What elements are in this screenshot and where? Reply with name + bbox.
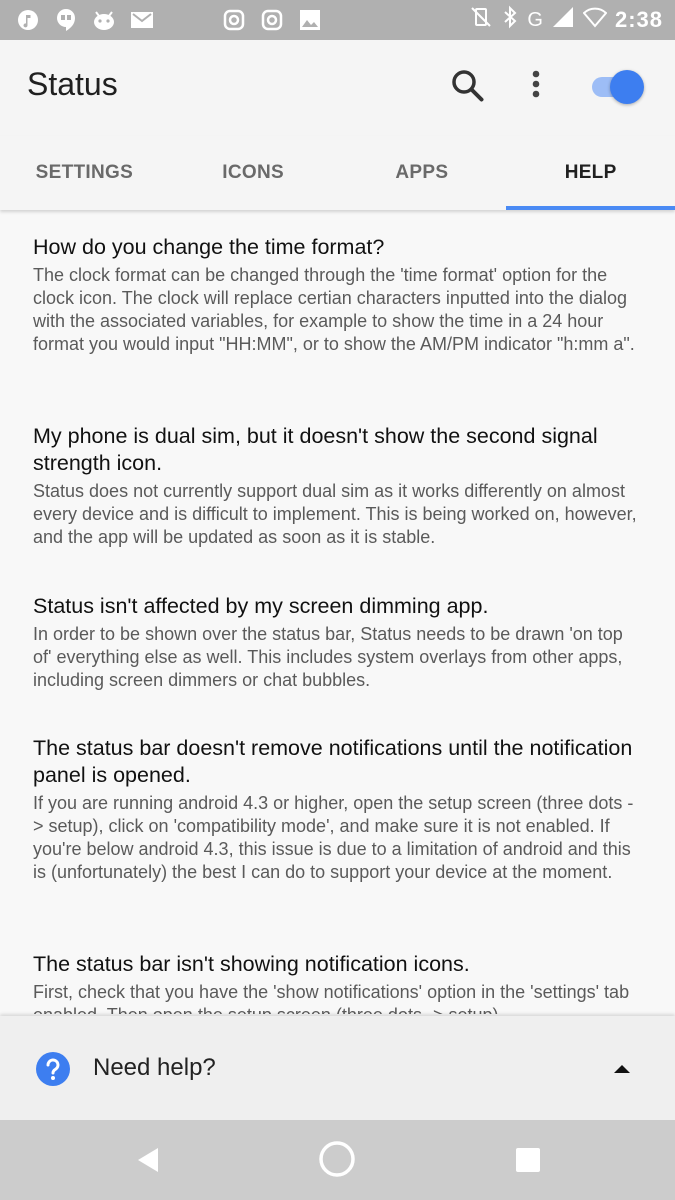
clock: 2:38 <box>614 7 663 32</box>
instagram-icon <box>222 8 246 32</box>
system-status-bar: G 2:38 <box>0 0 675 40</box>
wifi-off-icon <box>582 5 608 35</box>
faq-question: The status bar isn't showing notificatio… <box>33 952 470 976</box>
toggle-thumb <box>610 70 644 104</box>
faq-answer: The clock format can be changed through … <box>33 265 635 354</box>
faq-item: Status isn't affected by my screen dimmi… <box>33 593 643 692</box>
faq-answer: Status does not currently support dual s… <box>33 481 637 547</box>
faq-item: The status bar isn't showing notificatio… <box>33 951 643 1014</box>
faq-answer: If you are running android 4.3 or higher… <box>33 793 634 882</box>
tab-settings[interactable]: SETTINGS <box>0 136 169 210</box>
back-icon <box>138 1148 158 1172</box>
system-navigation-bar <box>0 1120 675 1200</box>
service-toggle-switch[interactable] <box>590 68 646 104</box>
need-help-label: Need help? <box>93 1054 216 1081</box>
android-icon <box>92 8 116 32</box>
more-vert-icon <box>532 70 540 98</box>
bluetooth-icon <box>501 5 519 35</box>
instagram-icon <box>260 8 284 32</box>
faq-item: My phone is dual sim, but it doesn't sho… <box>33 423 643 549</box>
help-faq-list[interactable]: How do you change the time format? The c… <box>0 214 675 1014</box>
recents-icon <box>516 1148 540 1172</box>
image-icon <box>298 8 322 32</box>
tab-bar: SETTINGS ICONS APPS HELP <box>0 136 675 210</box>
hangouts-icon <box>54 8 78 32</box>
tab-help[interactable]: HELP <box>506 136 675 210</box>
need-help-panel[interactable]: Need help? <box>0 1016 675 1120</box>
faq-question: Status isn't affected by my screen dimmi… <box>33 594 489 618</box>
recents-button[interactable] <box>510 1142 546 1178</box>
home-icon <box>319 1141 355 1177</box>
network-type: G <box>527 8 543 31</box>
tab-apps[interactable]: APPS <box>338 136 507 210</box>
tab-icons[interactable]: ICONS <box>169 136 338 210</box>
overflow-menu-button[interactable] <box>516 66 556 106</box>
music-icon <box>16 8 40 32</box>
back-button[interactable] <box>130 1140 170 1180</box>
gmail-icon <box>130 8 154 32</box>
faq-item: How do you change the time format? The c… <box>33 234 643 356</box>
faq-question: How do you change the time format? <box>33 235 385 259</box>
faq-item: The status bar doesn't remove notificati… <box>33 735 643 884</box>
search-icon <box>452 70 484 102</box>
faq-answer: First, check that you have the 'show not… <box>33 982 630 1014</box>
help-icon <box>36 1052 70 1086</box>
home-button[interactable] <box>316 1138 358 1180</box>
arrow-up-icon <box>614 1065 630 1073</box>
faq-question: My phone is dual sim, but it doesn't sho… <box>33 424 598 475</box>
app-bar: Status <box>0 40 675 136</box>
search-button[interactable] <box>448 66 488 106</box>
faq-question: The status bar doesn't remove notificati… <box>33 736 633 787</box>
app-title: Status <box>27 66 118 102</box>
faq-answer: In order to be shown over the status bar… <box>33 624 623 690</box>
expand-help-button[interactable] <box>608 1058 636 1080</box>
vibrate-off-icon <box>469 5 493 35</box>
signal-icon <box>551 5 575 35</box>
